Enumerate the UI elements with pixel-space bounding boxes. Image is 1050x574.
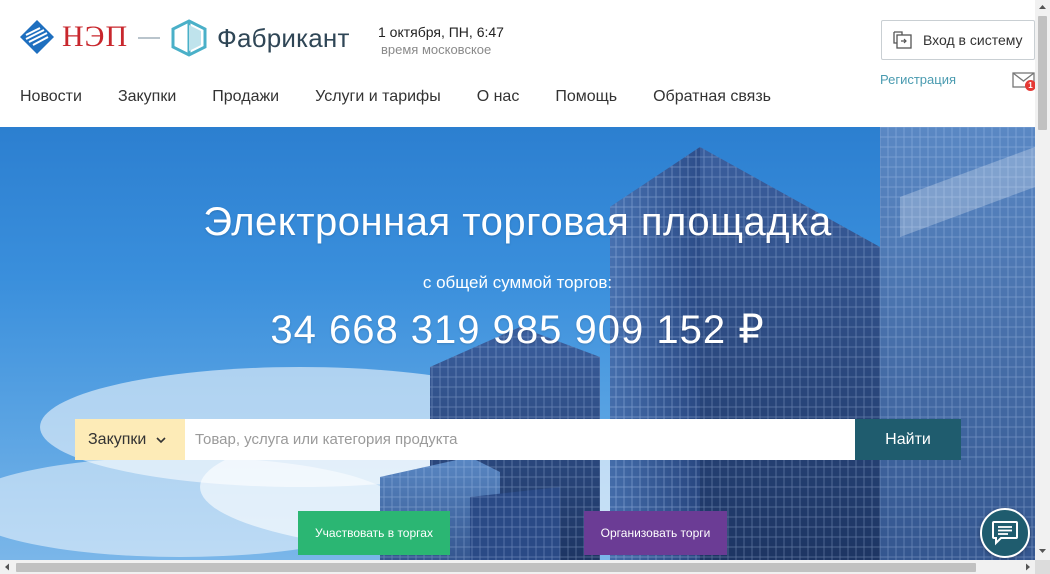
- nav-item-about[interactable]: О нас: [477, 88, 520, 106]
- nav-item-purchases[interactable]: Закупки: [118, 88, 176, 106]
- nep-logo[interactable]: НЭП: [20, 20, 128, 54]
- scroll-left-arrow-icon[interactable]: [0, 560, 14, 574]
- timezone-label: время московское: [381, 42, 492, 57]
- chat-bubble-icon: [992, 521, 1018, 546]
- datetime-block: 1 октября, ПН, 6:47 время московское: [378, 24, 518, 57]
- nep-logo-icon: [20, 20, 54, 54]
- scroll-up-arrow-icon[interactable]: [1035, 0, 1050, 14]
- login-label: Вход в систему: [923, 32, 1023, 48]
- logo-separator: [138, 37, 160, 39]
- register-link[interactable]: Регистрация: [880, 72, 956, 87]
- fabrikant-logo-icon: [171, 19, 207, 57]
- hero-banner: Электронная торговая площадка с общей су…: [0, 127, 1035, 560]
- organize-trades-button[interactable]: Организовать торги: [584, 511, 727, 555]
- horizontal-scroll-thumb[interactable]: [16, 563, 976, 572]
- nav-item-sales[interactable]: Продажи: [212, 88, 279, 106]
- main-nav: Новости Закупки Продажи Услуги и тарифы …: [20, 88, 807, 106]
- current-date: 1 октября, ПН, 6:47: [378, 24, 504, 40]
- chevron-down-icon: [156, 436, 166, 443]
- search-button[interactable]: Найти: [855, 419, 961, 460]
- search-category-label: Закупки: [88, 430, 147, 448]
- nav-item-help[interactable]: Помощь: [555, 88, 617, 106]
- nav-item-news[interactable]: Новости: [20, 88, 82, 106]
- scroll-down-arrow-icon[interactable]: [1035, 544, 1050, 558]
- participate-in-trades-button[interactable]: Участвовать в торгах: [298, 511, 450, 555]
- scrollbar-corner: [1035, 560, 1050, 574]
- hero-subtitle: с общей суммой торгов:: [422, 273, 613, 292]
- fabrikant-logo[interactable]: Фабрикант: [170, 19, 350, 57]
- hero-title: Электронная торговая площадка: [203, 200, 832, 244]
- horizontal-scrollbar[interactable]: [0, 560, 1035, 574]
- fabrikant-logo-text: Фабрикант: [217, 22, 350, 53]
- scroll-right-arrow-icon[interactable]: [1021, 560, 1035, 574]
- search-bar: Закупки Найти: [75, 419, 961, 460]
- search-input[interactable]: [185, 419, 855, 460]
- site-header: НЭП Фабрикант 1 октября, ПН, 6:47 время …: [0, 0, 1036, 127]
- nep-logo-text: НЭП: [62, 20, 129, 53]
- total-trade-sum: 34 668 319 985 909 152 ₽: [270, 308, 765, 352]
- nav-item-feedback[interactable]: Обратная связь: [653, 88, 771, 106]
- login-door-icon: [893, 31, 912, 49]
- search-category-select[interactable]: Закупки: [75, 419, 185, 460]
- vertical-scroll-thumb[interactable]: [1038, 16, 1047, 130]
- nav-item-services[interactable]: Услуги и тарифы: [315, 88, 441, 106]
- vertical-scrollbar[interactable]: [1035, 0, 1050, 560]
- login-button[interactable]: Вход в систему: [881, 20, 1035, 60]
- chat-button[interactable]: [980, 508, 1030, 558]
